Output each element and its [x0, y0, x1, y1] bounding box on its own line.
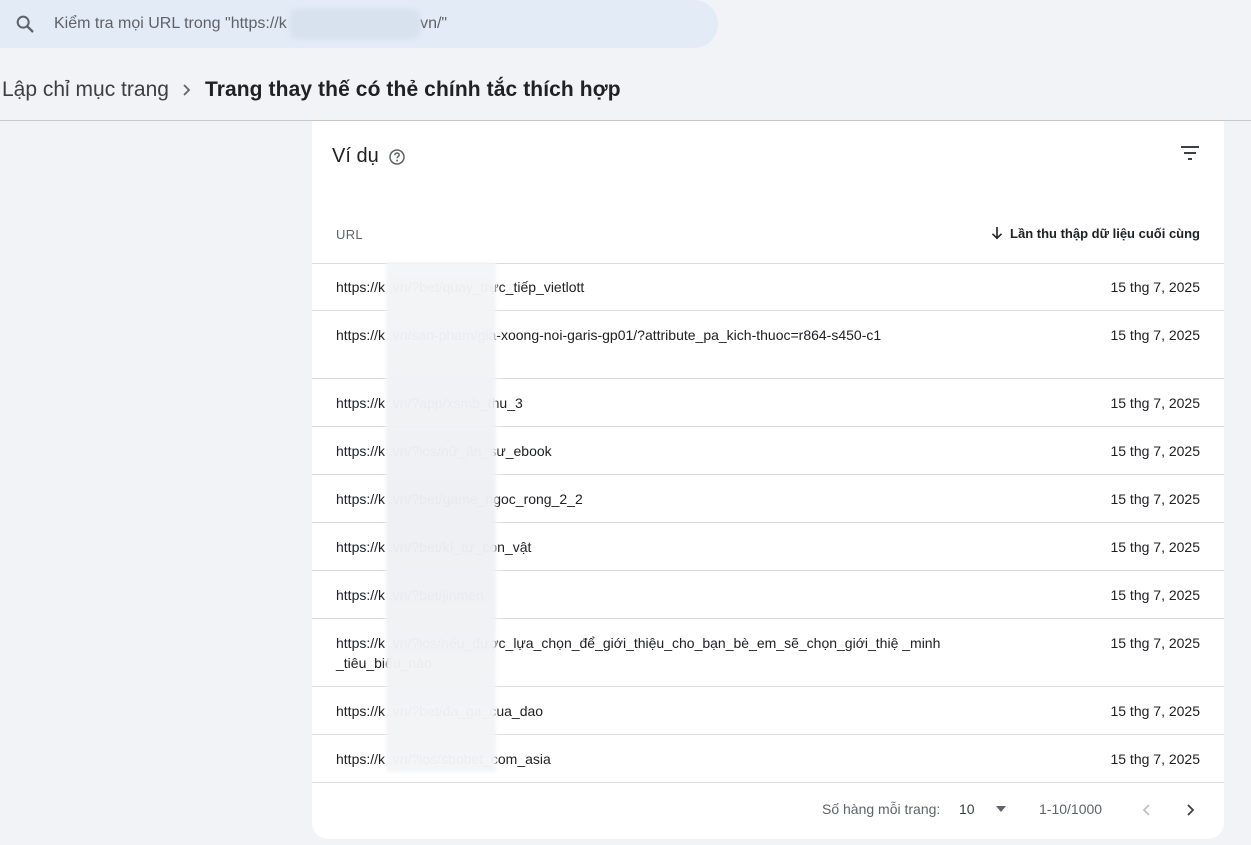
column-header-last-crawled-label: Lần thu thập dữ liệu cuối cùng: [1010, 225, 1200, 241]
rows-per-page-label: Số hàng mỗi trang:: [822, 801, 941, 817]
breadcrumb: Lập chỉ mục trang Trang thay thế có thẻ …: [2, 74, 621, 106]
redacted-region: [386, 262, 496, 772]
chevron-right-icon: [169, 78, 205, 102]
chevron-right-icon: [1187, 804, 1195, 816]
next-page-button[interactable]: [1178, 797, 1204, 823]
row-last-crawled: 15 thg 7, 2025: [1110, 635, 1200, 651]
row-last-crawled: 15 thg 7, 2025: [1110, 539, 1200, 555]
row-last-crawled: 15 thg 7, 2025: [1110, 395, 1200, 411]
row-last-crawled: 15 thg 7, 2025: [1110, 491, 1200, 507]
table-header: URL Lần thu thập dữ liệu cuối cùng: [312, 217, 1224, 264]
redacted-region: [290, 9, 420, 39]
filter-icon[interactable]: [1178, 141, 1202, 165]
card-title: Ví dụ: [332, 145, 406, 168]
row-last-crawled: 15 thg 7, 2025: [1110, 279, 1200, 295]
row-last-crawled: 15 thg 7, 2025: [1110, 751, 1200, 767]
page-range: 1-10/1000: [1039, 801, 1103, 817]
row-last-crawled: 15 thg 7, 2025: [1110, 587, 1200, 603]
breadcrumb-parent-link[interactable]: Lập chỉ mục trang: [2, 78, 169, 102]
rows-per-page-value: 10: [959, 801, 975, 817]
chevron-left-icon: [1142, 804, 1150, 816]
search-bar[interactable]: [0, 0, 718, 48]
previous-page-button[interactable]: [1134, 797, 1160, 823]
column-header-last-crawled[interactable]: Lần thu thập dữ liệu cuối cùng: [989, 225, 1200, 241]
help-icon[interactable]: [388, 148, 406, 166]
row-last-crawled: 15 thg 7, 2025: [1110, 327, 1200, 343]
page: Lập chỉ mục trang Trang thay thế có thẻ …: [0, 0, 1251, 845]
row-last-crawled: 15 thg 7, 2025: [1110, 443, 1200, 459]
search-icon: [16, 15, 34, 33]
caret-down-icon: [996, 806, 1006, 812]
pagination: Số hàng mỗi trang: 10 1-10/1000: [312, 783, 1224, 835]
page-title: Trang thay thế có thẻ chính tắc thích hợ…: [204, 78, 621, 101]
rows-per-page-select[interactable]: 10: [959, 801, 1007, 817]
card-title-text: Ví dụ: [332, 145, 379, 167]
column-header-url[interactable]: URL: [336, 227, 363, 242]
row-last-crawled: 15 thg 7, 2025: [1110, 703, 1200, 719]
arrow-down-icon: [991, 227, 1003, 240]
